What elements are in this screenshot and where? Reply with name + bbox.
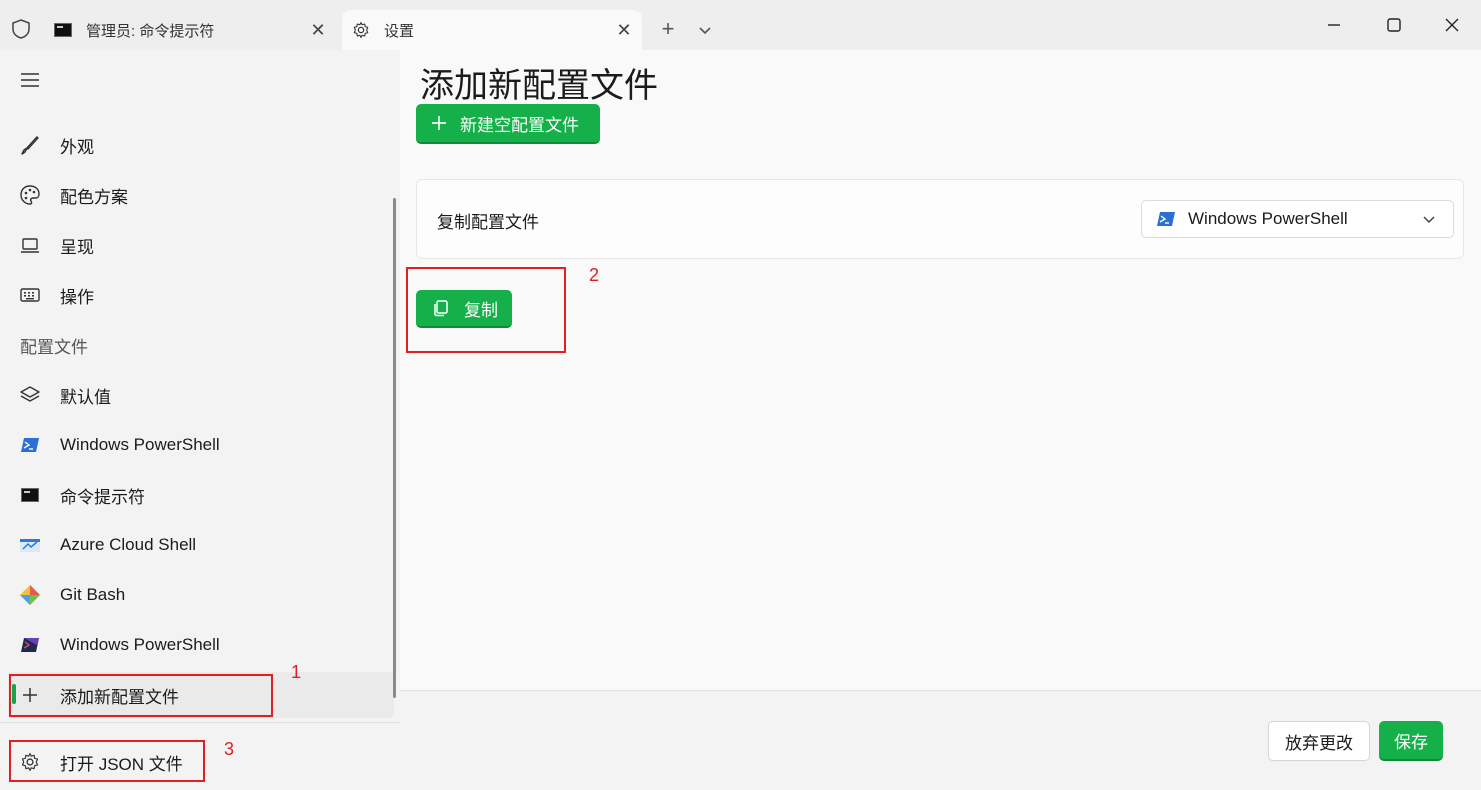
discard-changes-button[interactable]: 放弃更改 bbox=[1268, 721, 1370, 761]
gear-icon bbox=[353, 21, 369, 39]
palette-icon bbox=[20, 185, 40, 205]
annotation-box-3 bbox=[9, 740, 205, 782]
minimize-icon bbox=[1328, 24, 1340, 26]
sidebar-item-label: 默认值 bbox=[60, 387, 111, 407]
annotation-number-2: 2 bbox=[589, 265, 600, 285]
new-tab-button[interactable]: + bbox=[655, 16, 681, 42]
plus-icon bbox=[432, 116, 446, 130]
sidebar-item-label: Windows PowerShell bbox=[60, 635, 220, 654]
annotation-box-2 bbox=[406, 267, 566, 353]
sidebar-item-label: 呈现 bbox=[60, 237, 94, 257]
sidebar-item-appearance[interactable]: 外观 bbox=[8, 122, 394, 168]
close-icon bbox=[1445, 18, 1459, 32]
sidebar-item-label: 操作 bbox=[60, 287, 94, 307]
close-tab-icon[interactable]: ✕ bbox=[606, 20, 642, 41]
page-title: 添加新配置文件 bbox=[420, 67, 658, 105]
sidebar-item-windows-powershell[interactable]: Windows PowerShell bbox=[8, 422, 394, 468]
sidebar-item-git-bash[interactable]: Git Bash bbox=[8, 572, 394, 618]
sidebar-item-label: 配色方案 bbox=[60, 187, 128, 207]
sidebar-item-command-prompt[interactable]: 命令提示符 bbox=[8, 472, 394, 518]
powershell-icon bbox=[1157, 212, 1175, 226]
sidebar-item-rendering[interactable]: 呈现 bbox=[8, 222, 394, 268]
shield-icon bbox=[12, 19, 30, 39]
sidebar-item-label: Windows PowerShell bbox=[60, 435, 220, 454]
laptop-icon bbox=[21, 238, 39, 253]
save-button[interactable]: 保存 bbox=[1379, 721, 1443, 761]
footer: 放弃更改 保存 bbox=[400, 690, 1481, 790]
duplicate-profile-card: 复制配置文件 Windows PowerShell bbox=[416, 179, 1464, 259]
powershell-dark-icon bbox=[21, 638, 39, 652]
annotation-number-3: 3 bbox=[224, 739, 235, 759]
minimize-button[interactable] bbox=[1314, 10, 1354, 40]
git-icon bbox=[20, 585, 40, 605]
profiles-section-label: 配置文件 bbox=[20, 338, 88, 357]
close-window-button[interactable] bbox=[1432, 10, 1472, 40]
sidebar-item-color-schemes[interactable]: 配色方案 bbox=[8, 172, 394, 218]
sidebar-scrollbar[interactable] bbox=[393, 198, 396, 698]
new-empty-profile-button[interactable]: 新建空配置文件 bbox=[416, 104, 600, 144]
annotation-box-1 bbox=[9, 674, 273, 717]
tab-command-prompt[interactable]: 管理员: 命令提示符 ✕ bbox=[44, 10, 336, 50]
maximize-button[interactable] bbox=[1374, 10, 1414, 40]
selected-profile: Windows PowerShell bbox=[1188, 209, 1348, 228]
sidebar-item-defaults[interactable]: 默认值 bbox=[8, 372, 394, 418]
sidebar-item-label: 外观 bbox=[60, 137, 94, 157]
profile-select[interactable]: Windows PowerShell bbox=[1141, 200, 1454, 238]
keyboard-icon bbox=[20, 288, 40, 302]
powershell-icon bbox=[21, 438, 39, 452]
chevron-down-icon[interactable] bbox=[693, 18, 717, 42]
main-content: 添加新配置文件 新建空配置文件 复制配置文件 Windows PowerShel… bbox=[400, 50, 1481, 690]
hamburger-menu-icon[interactable] bbox=[20, 72, 40, 88]
close-tab-icon[interactable]: ✕ bbox=[300, 20, 336, 41]
duplicate-profile-label: 复制配置文件 bbox=[437, 213, 539, 232]
cmd-icon bbox=[21, 488, 39, 502]
sidebar-item-actions[interactable]: 操作 bbox=[8, 272, 394, 318]
sidebar-item-label: Azure Cloud Shell bbox=[60, 535, 197, 554]
divider bbox=[0, 722, 400, 723]
annotation-number-1: 1 bbox=[291, 662, 302, 682]
tab-settings[interactable]: 设置 ✕ bbox=[342, 10, 642, 50]
tab-title: 管理员: 命令提示符 bbox=[86, 22, 215, 40]
chevron-down-icon bbox=[1423, 216, 1435, 224]
brush-icon bbox=[21, 136, 39, 155]
sidebar-item-azure-cloud-shell[interactable]: Azure Cloud Shell bbox=[8, 522, 394, 568]
button-label: 新建空配置文件 bbox=[460, 115, 579, 135]
layers-icon bbox=[20, 386, 40, 402]
cmd-icon bbox=[54, 23, 72, 37]
title-bar: 管理员: 命令提示符 ✕ 设置 ✕ + bbox=[0, 0, 1481, 50]
sidebar-item-windows-powershell-2[interactable]: Windows PowerShell bbox=[8, 622, 394, 668]
tab-title: 设置 bbox=[384, 22, 415, 40]
sidebar-item-label: 命令提示符 bbox=[60, 487, 145, 507]
azure-icon bbox=[20, 539, 40, 552]
maximize-icon bbox=[1387, 18, 1401, 32]
sidebar-item-label: Git Bash bbox=[60, 585, 126, 604]
